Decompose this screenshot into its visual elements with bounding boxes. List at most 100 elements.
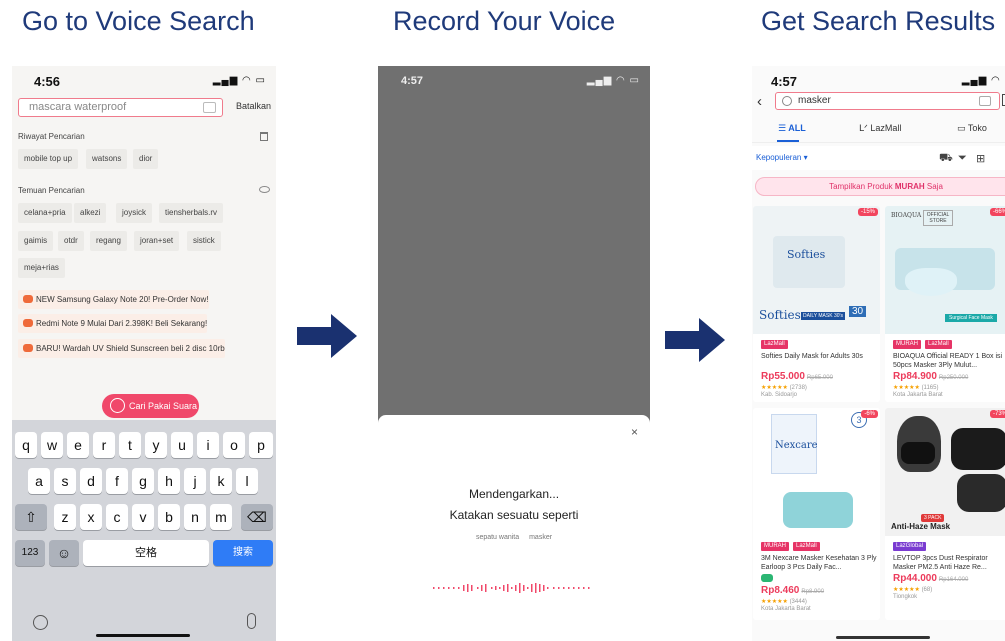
menu-icon: ☰ xyxy=(778,123,789,133)
product-card[interactable]: 3 PACK Anti-Haze Mask -73% LazGlobal LEV… xyxy=(885,408,1005,620)
key[interactable]: a xyxy=(28,468,50,494)
key[interactable]: z xyxy=(54,504,76,530)
search-input[interactable]: masker xyxy=(775,92,1000,110)
key[interactable]: q xyxy=(15,432,37,458)
key[interactable]: v xyxy=(132,504,154,530)
product-price: Rp84.900 Rp250.000 xyxy=(893,371,968,382)
search-icon xyxy=(782,96,792,106)
discover-chip[interactable]: sistick xyxy=(187,231,221,251)
space-key[interactable]: 空格 xyxy=(83,540,209,566)
product-name: BIOAQUA Official READY 1 Box isi 50pcs M… xyxy=(893,353,1003,369)
rating: ★★★★★ (1165) xyxy=(893,385,939,391)
listening-text: Mendengarkan... xyxy=(468,487,560,501)
close-icon[interactable]: × xyxy=(631,425,638,439)
tab-all[interactable]: ☰ ALL xyxy=(778,123,806,134)
key[interactable]: k xyxy=(210,468,232,494)
voice-search-button[interactable]: Cari Pakai Suara xyxy=(102,394,199,418)
key[interactable]: s xyxy=(54,468,76,494)
product-card[interactable]: Softies Softies DAILY MASK 30's 30 -15% … xyxy=(753,206,880,402)
key[interactable]: p xyxy=(249,432,273,458)
key[interactable]: i xyxy=(197,432,219,458)
history-title: Riwayat Pencarian xyxy=(18,132,85,141)
discover-chip[interactable]: joran+set xyxy=(134,231,180,251)
tab-toko[interactable]: ▭ Toko xyxy=(957,123,987,134)
signal-wifi-battery-icon: ▂▄▆ ◠ ▭ xyxy=(212,75,266,86)
signal-wifi-battery-icon: ▂▄▆ ◠ ▭ xyxy=(961,75,1005,86)
key[interactable]: y xyxy=(145,432,167,458)
discover-chip[interactable]: meja+rias xyxy=(18,258,65,278)
globe-icon[interactable] xyxy=(33,615,48,630)
discover-chip[interactable]: celana+pria xyxy=(18,203,72,223)
key[interactable]: j xyxy=(184,468,206,494)
key[interactable]: b xyxy=(158,504,180,530)
murah-tag: MURAH xyxy=(761,542,789,551)
key[interactable]: g xyxy=(132,468,154,494)
murah-filter-banner[interactable]: Tampilkan Produk MURAH Saja xyxy=(755,177,1005,196)
key[interactable]: t xyxy=(119,432,141,458)
search-placeholder: mascara waterproof xyxy=(29,101,127,113)
search-results-screen: 4:57 ▂▄▆ ◠ ▭ ‹ masker ☰ ALL ᒪᐟ LazMall ▭… xyxy=(752,66,1005,641)
promo-item[interactable]: Redmi Note 9 Mulai Dari 2.398K! Beli Sek… xyxy=(18,314,208,333)
rating: ★★★★★ (3444) xyxy=(761,599,807,605)
search-input[interactable]: mascara waterproof xyxy=(18,98,223,117)
key[interactable]: h xyxy=(158,468,180,494)
key[interactable]: o xyxy=(223,432,245,458)
camera-icon[interactable] xyxy=(203,102,216,113)
free-shipping-icon[interactable]: ⛟ xyxy=(939,152,953,166)
camera-icon[interactable] xyxy=(979,96,991,106)
key[interactable]: w xyxy=(41,432,63,458)
key[interactable]: r xyxy=(93,432,115,458)
discover-chip[interactable]: tiensherbals.rv xyxy=(159,203,224,223)
product-card[interactable]: Nexcare 3 -6% MURAH LazMall 3M Nexcare M… xyxy=(753,408,880,620)
key[interactable]: f xyxy=(106,468,128,494)
product-location: Kab. Sidoarjo xyxy=(761,392,798,398)
rating-count: (68) xyxy=(921,587,933,593)
discover-chip[interactable]: otdr xyxy=(58,231,84,251)
key[interactable]: u xyxy=(171,432,193,458)
product-card[interactable]: BIOAQUA OFFICIAL STORE Surgical Face Mas… xyxy=(885,206,1005,402)
search-value: masker xyxy=(798,95,831,106)
promo-item[interactable]: NEW Samsung Galaxy Note 20! Pre-Order No… xyxy=(18,290,209,309)
search-key[interactable]: 搜索 xyxy=(213,540,273,566)
discover-chip[interactable]: alkezi xyxy=(74,203,107,223)
active-tab-indicator xyxy=(777,140,799,142)
old-price: Rp65.000 xyxy=(806,375,833,381)
brand-count: 30 xyxy=(849,306,867,317)
banner-text: Saja xyxy=(926,182,943,191)
step3-heading: Get Search Results xyxy=(761,6,996,36)
history-chip[interactable]: watsons xyxy=(86,149,128,169)
rating-count: (1165) xyxy=(921,385,939,391)
tab-lazmall[interactable]: ᒪᐟ LazMall xyxy=(859,123,901,134)
cancel-button[interactable]: Batalkan xyxy=(236,101,271,111)
emoji-key[interactable]: ☺ xyxy=(49,540,79,566)
numbers-key[interactable]: 123 xyxy=(15,540,45,566)
backspace-key[interactable]: ⌫ xyxy=(241,504,273,530)
key[interactable]: x xyxy=(80,504,102,530)
old-price: Rp8.900 xyxy=(801,589,825,595)
promo-item[interactable]: BARU! Wardah UV Shield Sunscreen beli 2 … xyxy=(18,339,225,358)
discover-chip[interactable]: regang xyxy=(90,231,127,251)
grid-view-icon[interactable]: ⊞ xyxy=(976,152,985,165)
trash-icon[interactable] xyxy=(260,132,268,141)
sort-dropdown[interactable]: Kepopuleran ▾ xyxy=(756,153,808,162)
key[interactable]: d xyxy=(80,468,102,494)
eye-icon[interactable] xyxy=(259,186,270,193)
key[interactable]: m xyxy=(210,504,232,530)
shift-key[interactable]: ⇧ xyxy=(15,504,47,530)
microphone-icon[interactable] xyxy=(247,613,256,629)
filter-icon[interactable]: ⏷ xyxy=(958,152,967,165)
key[interactable]: l xyxy=(236,468,258,494)
key[interactable]: c xyxy=(106,504,128,530)
product-location: Tiongkok xyxy=(893,594,918,600)
history-chip[interactable]: dior xyxy=(133,149,159,169)
key[interactable]: e xyxy=(67,432,89,458)
product-name: LEVTOP 3pcs Dust Respirator Masker PM2.5… xyxy=(893,555,988,571)
key[interactable]: n xyxy=(184,504,206,530)
brand-text: Anti-Haze Mask xyxy=(891,522,951,531)
product-price: Rp44.000 Rp164.000 xyxy=(893,573,968,584)
history-chip[interactable]: mobile top up xyxy=(18,149,79,169)
discover-chip[interactable]: joysick xyxy=(116,203,153,223)
discover-chip[interactable]: gaimis xyxy=(18,231,54,251)
discount-badge: -73% xyxy=(989,410,1005,418)
back-icon[interactable]: ‹ xyxy=(757,93,762,110)
